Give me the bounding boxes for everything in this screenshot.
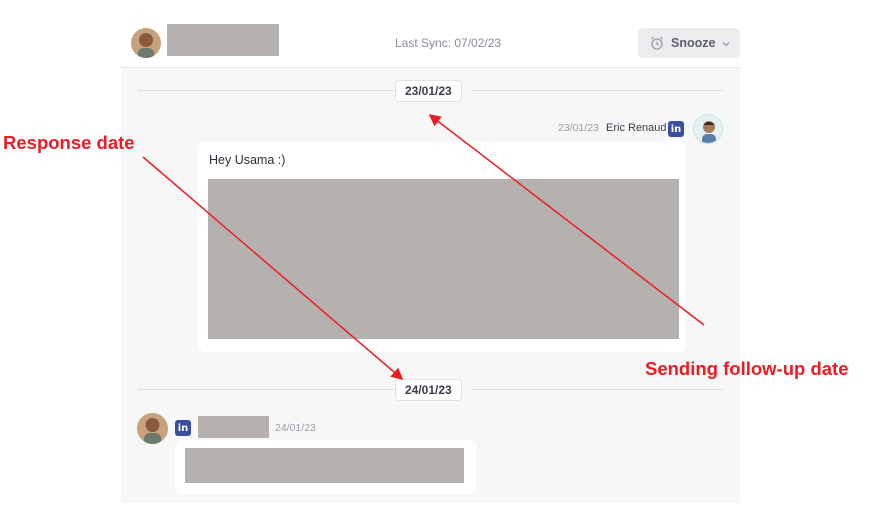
redacted-contact-name [167,24,279,56]
chevron-down-icon [721,38,731,48]
date-divider-line [471,90,723,91]
date-divider-pill: 24/01/23 [395,379,462,401]
alarm-clock-icon [649,35,665,51]
message-date: 23/01/23 [558,122,599,134]
conversation-panel: Last Sync: 07/02/23 Snooze 23/01/23 23/0… [121,0,740,503]
snooze-button[interactable]: Snooze [638,28,740,58]
date-divider-line [138,389,394,390]
date-divider-pill: 23/01/23 [395,80,462,102]
snooze-label: Snooze [671,36,716,50]
contact-avatar[interactable] [131,28,161,58]
linkedin-icon: in [668,121,684,137]
outgoing-message-bubble: Hey Usama :) [198,141,685,352]
redacted-message-body [185,448,464,483]
redacted-contact-name [198,416,269,438]
incoming-message-bubble [175,440,476,495]
date-divider-line [471,389,723,390]
contact-avatar[interactable] [137,413,168,444]
screenshot-page: Last Sync: 07/02/23 Snooze 23/01/23 23/0… [0,0,873,512]
redacted-message-body [208,179,679,339]
date-divider-line [138,90,394,91]
sender-avatar[interactable] [693,114,723,144]
response-date-annotation: Response date [3,132,135,153]
last-sync-text: Last Sync: 07/02/23 [395,36,502,50]
sender-name: Eric Renaud [606,122,667,134]
follow-up-date-annotation: Sending follow-up date [645,358,849,379]
conversation-header: Last Sync: 07/02/23 Snooze [121,0,740,68]
message-greeting: Hey Usama :) [209,153,286,167]
message-date: 24/01/23 [275,422,316,434]
linkedin-icon: in [175,420,191,436]
